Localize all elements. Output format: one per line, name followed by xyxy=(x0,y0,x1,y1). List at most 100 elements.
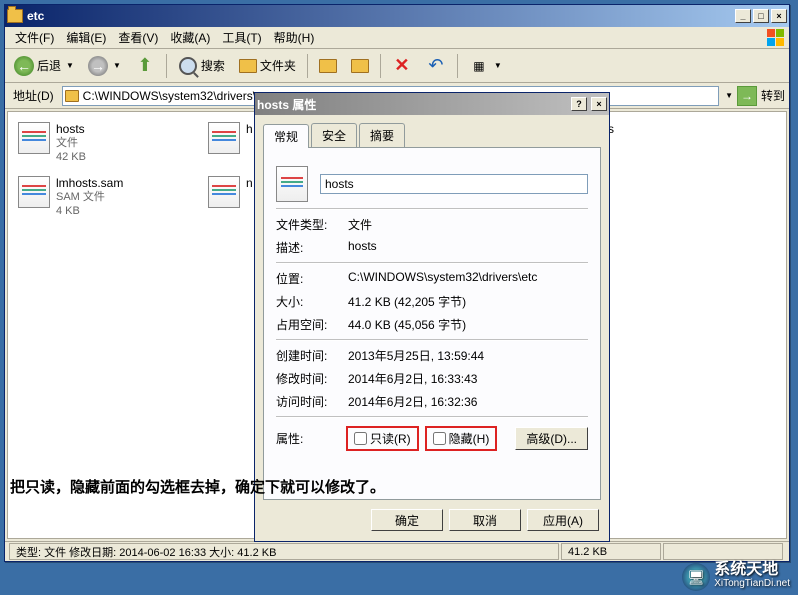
label-accessed: 访问时间: xyxy=(276,393,348,410)
cancel-button[interactable]: 取消 xyxy=(449,509,521,531)
folders-button[interactable]: 文件夹 xyxy=(234,54,301,77)
menu-edit[interactable]: 编辑(E) xyxy=(60,27,112,48)
file-name: hosts xyxy=(56,122,86,136)
file-type: 文件 xyxy=(56,136,86,150)
file-item[interactable]: lmhosts.sam SAM 文件 4 KB xyxy=(18,176,178,218)
file-name: lmhosts.sam xyxy=(56,176,123,190)
window-title: etc xyxy=(27,9,735,23)
menubar: 文件(F) 编辑(E) 查看(V) 收藏(A) 工具(T) 帮助(H) xyxy=(5,27,789,49)
statusbar: 类型: 文件 修改日期: 2014-06-02 16:33 大小: 41.2 K… xyxy=(5,541,789,561)
search-button[interactable]: 搜索 xyxy=(173,53,230,79)
apply-button[interactable]: 应用(A) xyxy=(527,509,599,531)
dropdown-icon: ▼ xyxy=(66,61,74,70)
file-size: 4 KB xyxy=(56,204,123,218)
undo-button[interactable]: ↶ xyxy=(421,53,451,79)
address-path: C:\WINDOWS\system32\drivers\etc xyxy=(83,89,272,103)
dialog-titlebar[interactable]: hosts 属性 ? × xyxy=(255,93,609,115)
filename-input[interactable] xyxy=(320,174,588,194)
dialog-title: hosts 属性 xyxy=(257,96,571,113)
menu-help[interactable]: 帮助(H) xyxy=(268,27,321,48)
value-filetype: 文件 xyxy=(348,216,588,233)
folder-icon xyxy=(239,59,257,73)
file-size: 42 KB xyxy=(56,150,86,164)
folders-label: 文件夹 xyxy=(260,57,296,74)
move-button[interactable] xyxy=(314,56,342,76)
dropdown-icon: ▼ xyxy=(113,61,121,70)
value-description: hosts xyxy=(348,239,588,256)
dropdown-icon[interactable]: ▼ xyxy=(725,91,733,100)
label-modified: 修改时间: xyxy=(276,370,348,387)
value-created: 2013年5月25日, 13:59:44 xyxy=(348,347,588,364)
status-zone xyxy=(663,543,783,560)
delete-icon: ✕ xyxy=(392,56,412,76)
copy-button[interactable] xyxy=(346,56,374,76)
file-icon xyxy=(208,122,240,154)
file-type: SAM 文件 xyxy=(56,190,123,204)
watermark-url: XiTongTianDi.net xyxy=(714,577,790,591)
separator xyxy=(166,54,167,78)
up-icon: ⬆ xyxy=(135,56,155,76)
annotation-text: 把只读，隐藏前面的勾选框去掉，确定下就可以修改了。 xyxy=(10,476,385,497)
label-ondisk: 占用空间: xyxy=(276,316,348,333)
tab-security[interactable]: 安全 xyxy=(311,123,357,147)
back-button[interactable]: ← 后退 ▼ xyxy=(9,53,79,79)
label-attributes: 属性: xyxy=(276,430,340,447)
folder-icon xyxy=(7,9,23,23)
dropdown-icon: ▼ xyxy=(494,61,502,70)
menu-tools[interactable]: 工具(T) xyxy=(216,27,267,48)
label-description: 描述: xyxy=(276,239,348,256)
advanced-button[interactable]: 高级(D)... xyxy=(515,427,588,450)
dialog-close-button[interactable]: × xyxy=(591,97,607,111)
value-accessed: 2014年6月2日, 16:32:36 xyxy=(348,393,588,410)
status-text: 类型: 文件 修改日期: 2014-06-02 16:33 大小: 41.2 K… xyxy=(9,543,559,560)
menu-file[interactable]: 文件(F) xyxy=(9,27,60,48)
watermark: 🖥 系统天地 XiTongTianDi.net xyxy=(682,563,790,591)
close-button[interactable]: × xyxy=(771,9,787,23)
views-button[interactable]: ▦▼ xyxy=(464,53,507,79)
readonly-checkbox[interactable]: 只读(R) xyxy=(346,426,419,451)
up-button[interactable]: ⬆ xyxy=(130,53,160,79)
menu-favorites[interactable]: 收藏(A) xyxy=(164,27,216,48)
label-filetype: 文件类型: xyxy=(276,216,348,233)
file-name: n xyxy=(246,176,253,190)
value-ondisk: 44.0 KB (45,056 字节) xyxy=(348,316,588,333)
value-location: C:\WINDOWS\system32\drivers\etc xyxy=(348,270,588,287)
undo-icon: ↶ xyxy=(426,56,446,76)
watermark-icon: 🖥 xyxy=(682,563,710,591)
properties-dialog: hosts 属性 ? × 常规 安全 摘要 文件类型:文件 描述:hosts 位… xyxy=(254,92,610,542)
forward-button[interactable]: → ▼ xyxy=(83,53,126,79)
tabstrip: 常规 安全 摘要 xyxy=(263,123,601,148)
watermark-brand: 系统天地 xyxy=(714,563,790,577)
file-name: h xyxy=(246,122,253,136)
move-icon xyxy=(319,59,337,73)
tab-summary[interactable]: 摘要 xyxy=(359,123,405,147)
file-item[interactable]: hosts 文件 42 KB xyxy=(18,122,178,164)
folder-icon xyxy=(65,90,79,102)
file-icon xyxy=(276,166,308,202)
maximize-button[interactable]: □ xyxy=(753,9,769,23)
separator xyxy=(457,54,458,78)
value-modified: 2014年6月2日, 16:33:43 xyxy=(348,370,588,387)
menu-view[interactable]: 查看(V) xyxy=(112,27,164,48)
file-icon xyxy=(208,176,240,208)
titlebar[interactable]: etc _ □ × xyxy=(5,5,789,27)
go-button[interactable]: → xyxy=(737,86,757,106)
file-icon xyxy=(18,176,50,208)
views-icon: ▦ xyxy=(469,56,489,76)
help-button[interactable]: ? xyxy=(571,97,587,111)
search-icon xyxy=(178,56,198,76)
back-label: 后退 xyxy=(37,57,61,74)
status-size: 41.2 KB xyxy=(561,543,661,560)
go-label: 转到 xyxy=(761,87,785,104)
label-location: 位置: xyxy=(276,270,348,287)
copy-icon xyxy=(351,59,369,73)
hidden-checkbox[interactable]: 隐藏(H) xyxy=(425,426,498,451)
tab-general[interactable]: 常规 xyxy=(263,124,309,148)
delete-button[interactable]: ✕ xyxy=(387,53,417,79)
file-icon xyxy=(18,122,50,154)
separator xyxy=(307,54,308,78)
tab-panel-general: 文件类型:文件 描述:hosts 位置:C:\WINDOWS\system32\… xyxy=(263,148,601,500)
minimize-button[interactable]: _ xyxy=(735,9,751,23)
ok-button[interactable]: 确定 xyxy=(371,509,443,531)
label-size: 大小: xyxy=(276,293,348,310)
